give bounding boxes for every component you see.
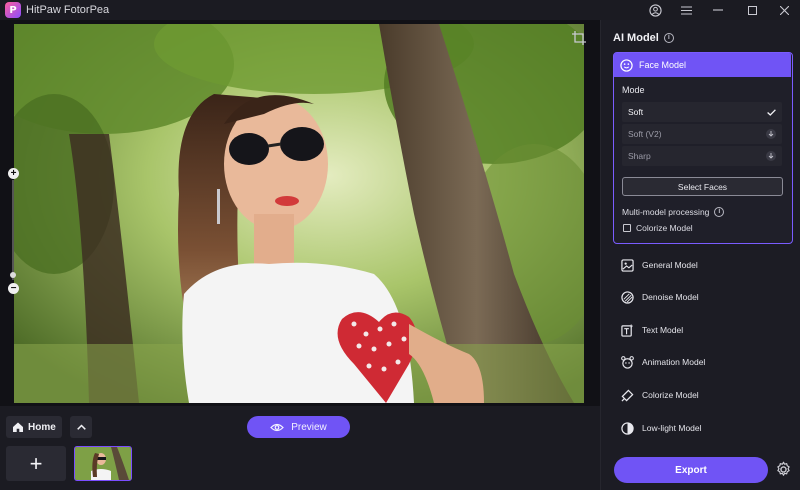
close-button[interactable] bbox=[770, 0, 798, 20]
home-button[interactable]: Home bbox=[6, 416, 62, 438]
low-light-icon bbox=[620, 421, 634, 435]
mode-option-sharp[interactable]: Sharp bbox=[622, 146, 782, 166]
maximize-icon bbox=[747, 5, 757, 15]
menu-button[interactable] bbox=[672, 0, 700, 20]
title-bar: P HitPaw FotorPea bbox=[0, 0, 800, 20]
mode-label: Mode bbox=[622, 85, 645, 95]
face-icon bbox=[620, 58, 633, 72]
close-icon bbox=[779, 5, 789, 15]
app-title: HitPaw FotorPea bbox=[26, 4, 110, 16]
model-low-light[interactable]: Low-light Model bbox=[613, 416, 793, 440]
home-icon bbox=[13, 422, 23, 432]
model-label: Denoise Model bbox=[642, 292, 699, 302]
checkbox-box[interactable] bbox=[623, 224, 631, 232]
zoom-in-button[interactable]: + bbox=[8, 168, 19, 179]
minimize-button[interactable] bbox=[704, 0, 732, 20]
collapse-button[interactable] bbox=[70, 416, 92, 438]
user-icon bbox=[648, 3, 662, 17]
select-faces-button[interactable]: Select Faces bbox=[622, 177, 783, 196]
crop-button[interactable] bbox=[572, 31, 588, 47]
model-label: Low-light Model bbox=[642, 423, 702, 433]
download-icon[interactable] bbox=[766, 151, 776, 161]
account-button[interactable] bbox=[641, 0, 669, 20]
export-button[interactable]: Export bbox=[614, 457, 768, 483]
model-animation[interactable]: Animation Model bbox=[613, 350, 793, 374]
check-icon bbox=[767, 108, 776, 116]
gear-icon bbox=[777, 461, 790, 476]
home-label: Home bbox=[28, 421, 56, 433]
eye-icon bbox=[270, 423, 285, 431]
denoise-icon bbox=[620, 290, 634, 304]
photo-illustration bbox=[14, 24, 584, 403]
info-icon[interactable]: i bbox=[663, 33, 674, 43]
app-window: P HitPaw FotorPea + − Home + Preview AI … bbox=[0, 0, 800, 490]
zoom-slider-handle[interactable] bbox=[10, 272, 16, 278]
chevron-up-icon bbox=[76, 424, 86, 430]
model-denoise[interactable]: Denoise Model bbox=[613, 285, 793, 309]
model-colorize[interactable]: Colorize Model bbox=[613, 383, 793, 407]
colorize-icon bbox=[620, 388, 634, 402]
colorize-check-label: Colorize Model bbox=[636, 223, 693, 233]
app-logo-icon: P bbox=[5, 2, 21, 18]
canvas-area: + − bbox=[0, 20, 600, 412]
crop-icon bbox=[572, 31, 586, 45]
panel-title: AI Model i bbox=[613, 32, 674, 44]
settings-button[interactable] bbox=[775, 461, 792, 478]
model-label: Animation Model bbox=[642, 357, 706, 367]
mode-option-label: Soft (V2) bbox=[628, 129, 662, 139]
hamburger-icon bbox=[680, 5, 692, 15]
colorize-model-checkbox[interactable]: Colorize Model bbox=[623, 223, 693, 233]
preview-label: Preview bbox=[291, 421, 327, 433]
mode-option-soft-v2[interactable]: Soft (V2) bbox=[622, 124, 782, 144]
mode-option-soft[interactable]: Soft bbox=[622, 102, 782, 122]
mode-option-label: Sharp bbox=[628, 151, 651, 161]
maximize-button[interactable] bbox=[738, 0, 766, 20]
model-general[interactable]: General Model bbox=[613, 253, 793, 277]
mode-option-label: Soft bbox=[628, 107, 644, 117]
multi-model-processing: Multi-model processing i bbox=[622, 207, 725, 217]
model-label: Colorize Model bbox=[642, 390, 699, 400]
text-icon bbox=[620, 323, 634, 337]
thumbnail-illustration bbox=[75, 447, 131, 480]
model-label: General Model bbox=[642, 260, 698, 270]
info-icon[interactable]: i bbox=[714, 207, 725, 217]
model-label: Text Model bbox=[642, 325, 684, 335]
add-image-button[interactable]: + bbox=[6, 446, 66, 481]
face-model-header[interactable]: Face Model bbox=[614, 53, 791, 77]
face-model-label: Face Model bbox=[639, 60, 687, 70]
minimize-icon bbox=[713, 9, 723, 11]
panel-title-text: AI Model bbox=[613, 32, 659, 44]
multi-model-label: Multi-model processing bbox=[622, 207, 710, 217]
preview-button[interactable]: Preview bbox=[247, 416, 350, 438]
download-icon[interactable] bbox=[766, 129, 776, 139]
zoom-slider-track[interactable] bbox=[12, 180, 14, 280]
photo-preview[interactable] bbox=[14, 24, 584, 403]
zoom-out-button[interactable]: − bbox=[8, 283, 19, 294]
image-icon bbox=[620, 258, 634, 272]
animation-icon bbox=[620, 355, 634, 369]
model-text[interactable]: Text Model bbox=[613, 318, 793, 342]
image-thumbnail[interactable] bbox=[74, 446, 132, 481]
